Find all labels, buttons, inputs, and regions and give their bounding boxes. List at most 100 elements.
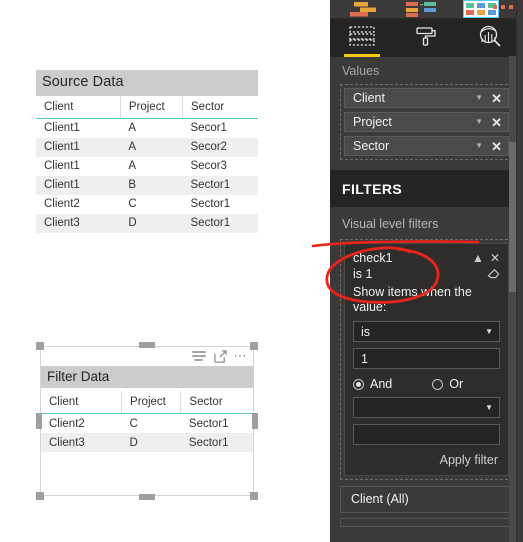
table-row[interactable]: Client2 C Sector1 <box>41 414 253 434</box>
source-data-visual[interactable]: Source Data Client Project Sector Client… <box>36 70 258 233</box>
resize-handle-bottom-right[interactable] <box>250 492 258 500</box>
chevron-down-icon[interactable]: ▼ <box>475 94 483 102</box>
pane-tab-row[interactable] <box>330 19 523 57</box>
column-header-client[interactable]: Client <box>36 95 121 119</box>
cell-project: A <box>128 160 137 173</box>
stacked-bar-chart-icon[interactable] <box>344 1 384 17</box>
cell-client: Client1 <box>44 141 80 154</box>
visualizations-pane[interactable]: Values Client ▼ ✕ Project ▼ ✕ Sector ▼ ✕… <box>330 0 523 542</box>
cell-sector: Sector1 <box>190 217 231 230</box>
tab-analytics[interactable] <box>458 19 522 57</box>
resize-handle-top-left[interactable] <box>36 342 44 350</box>
radio-and[interactable] <box>353 378 364 390</box>
cell-project: D <box>129 436 138 449</box>
resize-handle-middle-right[interactable] <box>252 413 258 429</box>
filter-data-visual[interactable]: ⋯ Filter Data Client Project Sector Clie <box>36 342 258 500</box>
cell-project: D <box>128 217 137 230</box>
eraser-icon[interactable] <box>487 266 500 283</box>
visualization-gallery[interactable] <box>330 0 523 19</box>
cell-project: A <box>128 122 137 135</box>
report-canvas[interactable]: Source Data Client Project Sector Client… <box>0 0 330 542</box>
column-header-project[interactable]: Project <box>119 95 183 119</box>
filter-instruction: Show items when the value: <box>353 285 472 314</box>
filters-heading: FILTERS <box>330 170 523 207</box>
table-row[interactable]: Client3 D Sector1 <box>36 213 258 233</box>
filter-data-title: Filter Data <box>41 366 253 388</box>
field-chip-label: Project <box>353 115 392 129</box>
remove-field-icon[interactable]: ✕ <box>491 140 504 153</box>
chevron-down-icon: ▼ <box>485 403 493 412</box>
filter-summary: is 1 <box>353 267 373 281</box>
cell-project: A <box>128 141 137 154</box>
column-header-sector[interactable]: Sector <box>180 391 253 414</box>
cell-sector: Sector1 <box>188 436 229 449</box>
column-header-sector[interactable]: Sector <box>182 95 258 119</box>
filter-data-table: Client Project Sector Client2 C Sector1 … <box>41 391 253 452</box>
cell-sector: Sector1 <box>190 179 231 192</box>
table-row[interactable]: Client1 A Secor1 <box>36 118 258 138</box>
filter-pill-next[interactable] <box>340 518 513 527</box>
filter-operator-2-select[interactable]: ▼ <box>353 397 500 418</box>
column-header-project[interactable]: Project <box>121 391 181 414</box>
values-well[interactable]: Client ▼ ✕ Project ▼ ✕ Sector ▼ ✕ <box>340 84 513 160</box>
tab-fields[interactable] <box>330 19 394 57</box>
filter-card-header: check1 ▲ ✕ <box>353 250 500 266</box>
apply-filter-button[interactable]: Apply filter <box>353 453 500 467</box>
filter-lines-icon[interactable] <box>191 351 207 361</box>
chevron-down-icon[interactable]: ▼ <box>475 142 483 150</box>
matrix-table-icon[interactable] <box>463 0 499 18</box>
powerbi-report-screen: Source Data Client Project Sector Client… <box>0 0 523 542</box>
table-row[interactable]: Client1 A Secor3 <box>36 157 258 176</box>
field-chip-label: Client <box>353 91 385 105</box>
table-row[interactable]: Client2 C Sector1 <box>36 195 258 214</box>
cell-client: Client1 <box>44 122 80 135</box>
focus-mode-icon[interactable] <box>213 349 227 363</box>
table-row[interactable]: Client1 A Secor2 <box>36 137 258 157</box>
chevron-down-icon: ▼ <box>485 327 493 336</box>
radio-and-label: And <box>370 377 393 391</box>
resize-handle-bottom-center[interactable] <box>139 494 155 500</box>
more-options-icon[interactable]: ⋯ <box>234 349 249 362</box>
conjunction-radio-group[interactable]: And Or <box>353 377 500 391</box>
filter-value-1-input[interactable]: 1 <box>353 348 500 369</box>
visual-filters-well[interactable]: check1 ▲ ✕ is 1 Show items when the valu… <box>340 239 513 480</box>
filter-pill-client[interactable]: Client (All) <box>340 486 513 513</box>
cell-sector: Secor1 <box>190 122 227 135</box>
resize-handle-bottom-left[interactable] <box>36 492 44 500</box>
cell-client: Client3 <box>49 436 85 449</box>
cell-client: Client2 <box>44 198 80 211</box>
table-row[interactable]: Client1 B Sector1 <box>36 175 258 195</box>
tab-format[interactable] <box>394 19 458 57</box>
radio-or[interactable] <box>432 378 444 390</box>
close-icon[interactable]: ✕ <box>490 250 500 266</box>
source-data-table: Client Project Sector Client1 A Secor1 C… <box>36 95 258 233</box>
visual-level-filters-heading: Visual level filters <box>342 217 439 231</box>
filter-summary-row: is 1 <box>353 266 500 283</box>
table-row[interactable]: Client3 D Sector1 <box>41 433 253 452</box>
remove-field-icon[interactable]: ✕ <box>491 116 504 129</box>
resize-handle-top-right[interactable] <box>250 342 258 350</box>
visual-header-bar: ⋯ <box>40 346 254 366</box>
field-chip-project[interactable]: Project ▼ ✕ <box>344 112 509 132</box>
cell-client: Client3 <box>44 217 80 230</box>
remove-field-icon[interactable]: ✕ <box>491 92 504 105</box>
column-header-client[interactable]: Client <box>41 391 122 414</box>
cell-sector: Sector1 <box>190 198 231 211</box>
gallery-more-icon[interactable] <box>493 5 513 9</box>
filter-value-2-input[interactable] <box>353 424 500 445</box>
resize-handle-top-center[interactable] <box>139 342 155 348</box>
field-chip-client[interactable]: Client ▼ ✕ <box>344 88 509 108</box>
filter-card-check1[interactable]: check1 ▲ ✕ is 1 Show items when the valu… <box>344 243 509 476</box>
pane-right-edge <box>516 0 523 542</box>
fields-grid-icon <box>349 25 375 51</box>
filter-field-name: check1 <box>353 251 393 265</box>
paint-roller-icon <box>415 25 437 52</box>
chevron-down-icon[interactable]: ▼ <box>475 118 483 126</box>
decomposition-tree-icon[interactable] <box>404 1 448 17</box>
chevron-up-icon[interactable]: ▲ <box>472 250 484 266</box>
filter-operator-1-select[interactable]: is ▼ <box>353 321 500 342</box>
cell-sector: Sector1 <box>188 417 229 430</box>
field-chip-sector[interactable]: Sector ▼ ✕ <box>344 136 509 156</box>
values-heading: Values <box>330 57 523 84</box>
resize-handle-middle-left[interactable] <box>36 413 42 429</box>
